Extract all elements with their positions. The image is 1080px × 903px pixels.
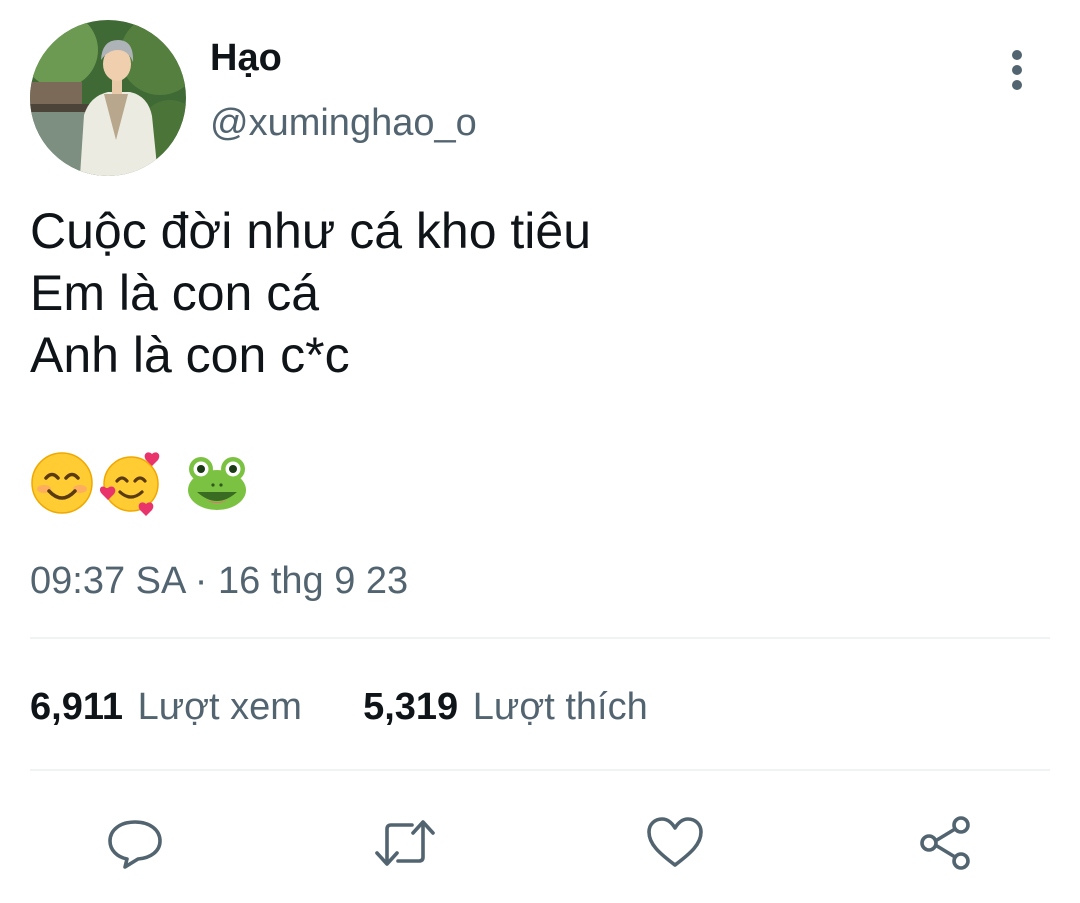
views-label: Lượt xem xyxy=(137,686,302,728)
reply-icon xyxy=(108,820,162,869)
more-vertical-icon xyxy=(1012,50,1022,90)
more-options-button[interactable] xyxy=(996,46,1038,94)
heart-icon xyxy=(647,817,703,867)
share-button[interactable] xyxy=(914,812,976,874)
tweet-timestamp[interactable]: 09:37 SA · 16 thg 9 23 xyxy=(30,558,408,604)
views-count: 6,911 xyxy=(30,686,123,728)
likes-stat[interactable]: 5,319 Lượt thích xyxy=(363,686,648,728)
likes-count: 5,319 xyxy=(363,686,459,728)
display-name[interactable]: Hạo xyxy=(210,36,282,80)
tweet-card: Hạo @xuminghao_o Cuộc đời như cá kho tiê… xyxy=(0,0,1080,903)
like-button[interactable] xyxy=(644,812,706,874)
divider xyxy=(30,769,1050,771)
tweet-text: Cuộc đời như cá kho tiêu Em là con cá An… xyxy=(30,200,1030,386)
smiling-face-icon xyxy=(30,451,94,520)
tweet-text-line: Anh là con c*c xyxy=(30,327,350,383)
likes-label: Lượt thích xyxy=(472,686,648,728)
retweet-button[interactable] xyxy=(374,812,436,874)
user-handle[interactable]: @xuminghao_o xyxy=(210,100,477,146)
avatar-photo xyxy=(30,20,186,176)
views-stat[interactable]: 6,911 Lượt xem xyxy=(30,686,313,728)
smiling-face-with-hearts-icon xyxy=(99,450,166,521)
tweet-emojis xyxy=(30,450,254,521)
tweet-stats: 6,911 Lượt xem 5,319 Lượt thích xyxy=(30,684,648,730)
tweet-text-line: Cuộc đời như cá kho tiêu xyxy=(30,203,592,259)
share-icon xyxy=(920,816,970,870)
avatar[interactable] xyxy=(30,20,186,176)
tweet-text-line: Em là con cá xyxy=(30,265,320,321)
retweet-icon xyxy=(375,820,435,866)
divider xyxy=(30,637,1050,639)
reply-button[interactable] xyxy=(104,812,166,874)
frog-face-icon xyxy=(186,454,248,517)
